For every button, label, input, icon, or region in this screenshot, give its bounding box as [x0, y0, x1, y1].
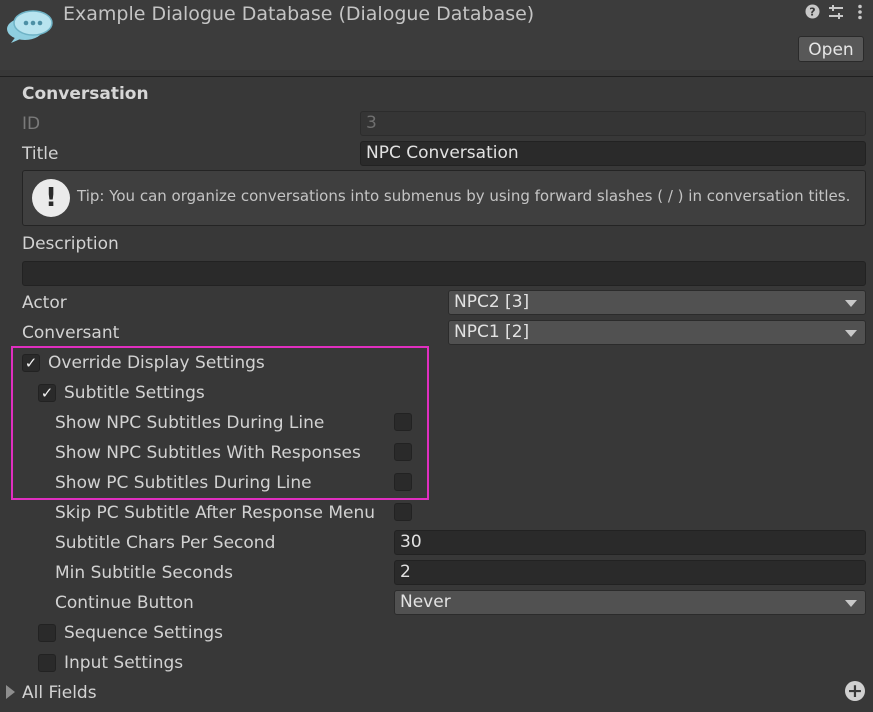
- conversant-dropdown[interactable]: NPC1 [2]: [448, 320, 866, 345]
- window-title: Example Dialogue Database (Dialogue Data…: [63, 3, 535, 25]
- tip-text: Tip: You can organize conversations into…: [77, 187, 851, 205]
- sequence-settings-label: Sequence Settings: [64, 623, 223, 643]
- continue-button-value: Never: [400, 592, 451, 612]
- chevron-down-icon: [845, 300, 857, 307]
- help-icon[interactable]: ?: [805, 4, 820, 24]
- show-pc-during-line-label: Show PC Subtitles During Line: [55, 473, 312, 493]
- conversant-value: NPC1 [2]: [454, 322, 530, 342]
- show-npc-with-responses-checkbox[interactable]: [394, 443, 412, 461]
- settings-sliders-icon[interactable]: [828, 4, 844, 25]
- subtitle-settings-checkbox[interactable]: ✓: [38, 384, 56, 402]
- kebab-menu-icon[interactable]: [857, 4, 863, 25]
- id-label: ID: [22, 114, 41, 134]
- foldout-arrow-icon[interactable]: [6, 685, 15, 699]
- description-label: Description: [22, 234, 119, 254]
- continue-button-dropdown[interactable]: Never: [394, 590, 866, 615]
- all-fields-label[interactable]: All Fields: [22, 681, 97, 705]
- input-settings-label: Input Settings: [64, 653, 184, 673]
- info-icon: !: [32, 179, 70, 217]
- title-input[interactable]: NPC Conversation: [360, 141, 866, 166]
- open-button[interactable]: Open: [798, 36, 864, 62]
- min-subtitle-seconds-label: Min Subtitle Seconds: [55, 563, 233, 583]
- chevron-down-icon: [845, 600, 857, 607]
- actor-dropdown[interactable]: NPC2 [3]: [448, 290, 866, 315]
- logo-icon: [7, 10, 53, 43]
- chevron-down-icon: [845, 330, 857, 337]
- add-icon[interactable]: +: [845, 681, 865, 701]
- actor-value: NPC2 [3]: [454, 292, 530, 312]
- id-field: 3: [360, 111, 866, 136]
- description-input[interactable]: [22, 261, 866, 286]
- override-display-label: Override Display Settings: [48, 353, 265, 373]
- chars-per-second-input[interactable]: 30: [394, 530, 866, 555]
- show-pc-during-line-checkbox[interactable]: [394, 473, 412, 491]
- show-npc-during-line-checkbox[interactable]: [394, 413, 412, 431]
- skip-pc-after-response-label: Skip PC Subtitle After Response Menu: [55, 503, 376, 523]
- continue-button-label: Continue Button: [55, 593, 194, 613]
- actor-label: Actor: [22, 293, 67, 313]
- subtitle-settings-label: Subtitle Settings: [64, 383, 205, 403]
- show-npc-during-line-label: Show NPC Subtitles During Line: [55, 413, 325, 433]
- tip-box: ! Tip: You can organize conversations in…: [22, 170, 866, 226]
- sequence-settings-checkbox[interactable]: [38, 624, 56, 642]
- section-title: Conversation: [22, 84, 149, 104]
- svg-text:?: ?: [809, 6, 815, 19]
- conversant-label: Conversant: [22, 323, 120, 343]
- override-display-checkbox[interactable]: ✓: [22, 354, 40, 372]
- input-settings-checkbox[interactable]: [38, 654, 56, 672]
- show-npc-with-responses-label: Show NPC Subtitles With Responses: [55, 443, 361, 463]
- min-subtitle-seconds-input[interactable]: 2: [394, 560, 866, 585]
- chars-per-second-label: Subtitle Chars Per Second: [55, 533, 276, 553]
- header-divider: [0, 76, 873, 77]
- title-label: Title: [22, 144, 59, 164]
- skip-pc-after-response-checkbox[interactable]: [394, 503, 412, 521]
